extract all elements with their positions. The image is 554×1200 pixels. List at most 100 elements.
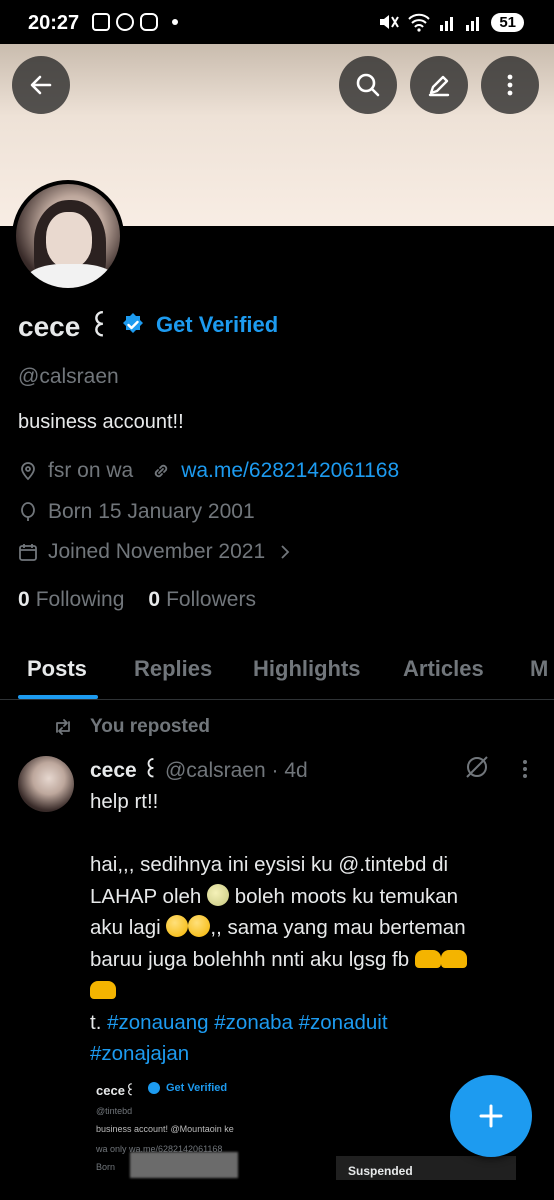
get-verified-link[interactable]: Get Verified: [156, 312, 278, 338]
followers-link[interactable]: 0 Followers: [148, 588, 256, 612]
heart-hands-emoji-icon: [440, 949, 467, 968]
post-line: #zonajajan: [90, 1038, 490, 1070]
post-text: help rt!! hai,,, sedihnya ini eysisi ku …: [90, 786, 490, 1070]
profile-meta-location-link: fsr on wa wa.me/6282142061168: [18, 459, 399, 483]
more-notifications-dot: [172, 19, 178, 25]
profile-name-row: cece ꒰ Get Verified: [18, 306, 278, 343]
hashtag-link[interactable]: #zonajajan: [90, 1042, 189, 1065]
profile-handle: @calsraen: [18, 365, 119, 388]
post-text-segment: t.: [90, 1010, 102, 1034]
post-text-segment: boleh moots ku temukan: [234, 884, 459, 908]
followers-count: 0: [148, 588, 161, 611]
whatsapp-icon: [116, 13, 134, 31]
tab-media[interactable]: M: [530, 656, 548, 682]
embed-born: Born: [96, 1162, 116, 1172]
profile-meta-joined[interactable]: Joined November 2021: [18, 540, 305, 564]
melon-emoji-icon: [207, 883, 230, 906]
repost-indicator: You reposted: [52, 716, 210, 738]
post-header: cece ꒰ @calsraen · 4d: [90, 755, 308, 783]
post-text-segment: aku lagi: [90, 916, 161, 939]
post-line: t. #zonauang #zonaba #zonaduit: [90, 1007, 490, 1039]
plus-icon: [479, 1104, 503, 1128]
post-author-avatar[interactable]: [18, 756, 74, 812]
profile-name: cece ꒰: [18, 311, 110, 342]
search-icon: [356, 73, 380, 97]
embed-verified-badge-icon: [148, 1082, 160, 1094]
following-count: 0: [18, 588, 30, 611]
screenshot-icon: [92, 13, 110, 31]
tab-posts[interactable]: Posts: [27, 656, 87, 682]
post-line: aku lagi ,, sama yang mau berteman: [90, 912, 490, 944]
more-vertical-icon: [507, 74, 513, 96]
following-link[interactable]: 0 Following: [18, 588, 124, 612]
hashtag-links[interactable]: #zonauang #zonaba #zonaduit: [107, 1011, 387, 1034]
system-icons: 51: [377, 12, 524, 32]
heart-hands-emoji-icon: [414, 949, 441, 968]
embed-name: cece꒰: [96, 1083, 136, 1098]
embed-bio: business account! @Mountaoin ke: [96, 1124, 234, 1134]
tab-replies[interactable]: Replies: [134, 656, 212, 682]
search-button[interactable]: [339, 56, 397, 114]
post-blank-line: [90, 818, 490, 850]
edit-button[interactable]: [410, 56, 468, 114]
status-time: 20:27: [28, 12, 80, 34]
mute-icon: [380, 15, 400, 29]
embed-handle: @tintebd: [96, 1106, 133, 1116]
profile-avatar[interactable]: [12, 180, 124, 292]
more-options-button[interactable]: [481, 56, 539, 114]
pensive-emoji-icon: [166, 915, 189, 937]
followers-label: Followers: [166, 588, 256, 611]
profile-tabs: Posts Replies Highlights Articles M: [0, 640, 554, 700]
embed-suspended-label: Suspended: [348, 1164, 413, 1178]
profile-joined-date: Joined November 2021: [48, 540, 266, 563]
follow-counts: 0 Following 0 Followers: [18, 588, 256, 612]
following-label: Following: [35, 588, 125, 611]
post-line: [90, 975, 490, 1007]
wifi-icon: [408, 13, 431, 32]
instagram-icon: [140, 13, 158, 31]
active-tab-indicator: [18, 695, 98, 699]
post-text-segment: LAHAP oleh: [90, 884, 202, 908]
avatar-shirt: [26, 264, 116, 288]
repost-label: You reposted: [90, 716, 210, 737]
signal-icon: [440, 17, 454, 31]
chevron-right-icon: [281, 545, 290, 559]
battery-indicator: 51: [491, 12, 524, 32]
post-line: LAHAP oleh boleh moots ku temukan: [90, 881, 490, 913]
embed-get-verified: Get Verified: [166, 1082, 228, 1094]
compose-post-button[interactable]: [450, 1075, 532, 1157]
post-line: baruu juga bolehhh nnti aku lgsg fb: [90, 944, 490, 976]
avatar-face: [46, 212, 92, 268]
profile-location: fsr on wa: [48, 459, 134, 482]
status-bar: 20:27 51: [0, 0, 554, 44]
post-author-handle-time: @calsraen · 4d: [164, 759, 308, 782]
post-author-name[interactable]: cece ꒰: [90, 755, 159, 783]
pencil-icon: [428, 75, 450, 97]
pensive-emoji-icon: [188, 915, 211, 937]
verified-badge-icon[interactable]: [120, 312, 146, 338]
grok-icon[interactable]: [464, 754, 490, 780]
profile-birthday: Born 15 January 2001: [48, 500, 255, 523]
post-text-segment: ,, sama yang mau berteman: [210, 916, 466, 939]
post-line: hai,,, sedihnya ini eysisi ku @.tintebd …: [90, 853, 449, 876]
post-media-image[interactable]: cece꒰ Get Verified @tintebd business acc…: [88, 1072, 518, 1200]
post-line: help rt!!: [90, 790, 159, 813]
calendar-icon: [19, 544, 37, 561]
post-more-icon[interactable]: [516, 756, 534, 782]
profile-meta-born: Born 15 January 2001: [18, 500, 255, 524]
signal-2-icon: [466, 17, 480, 31]
embed-redacted-area: [130, 1152, 238, 1178]
repost-icon: [56, 719, 70, 735]
profile-bio: business account!!: [18, 411, 184, 433]
post-text-segment: baruu juga bolehhh nnti aku lgsg fb: [90, 947, 410, 971]
link-icon: [155, 464, 168, 478]
heart-hands-emoji-icon: [90, 981, 116, 999]
tab-articles[interactable]: Articles: [403, 656, 484, 682]
back-button[interactable]: [12, 56, 70, 114]
notification-icons: [92, 13, 178, 31]
arrow-left-icon: [30, 75, 52, 95]
profile-website-link[interactable]: wa.me/6282142061168: [181, 459, 399, 483]
location-pin-icon: [21, 462, 35, 481]
tab-highlights[interactable]: Highlights: [253, 656, 361, 682]
balloon-icon: [21, 502, 35, 521]
